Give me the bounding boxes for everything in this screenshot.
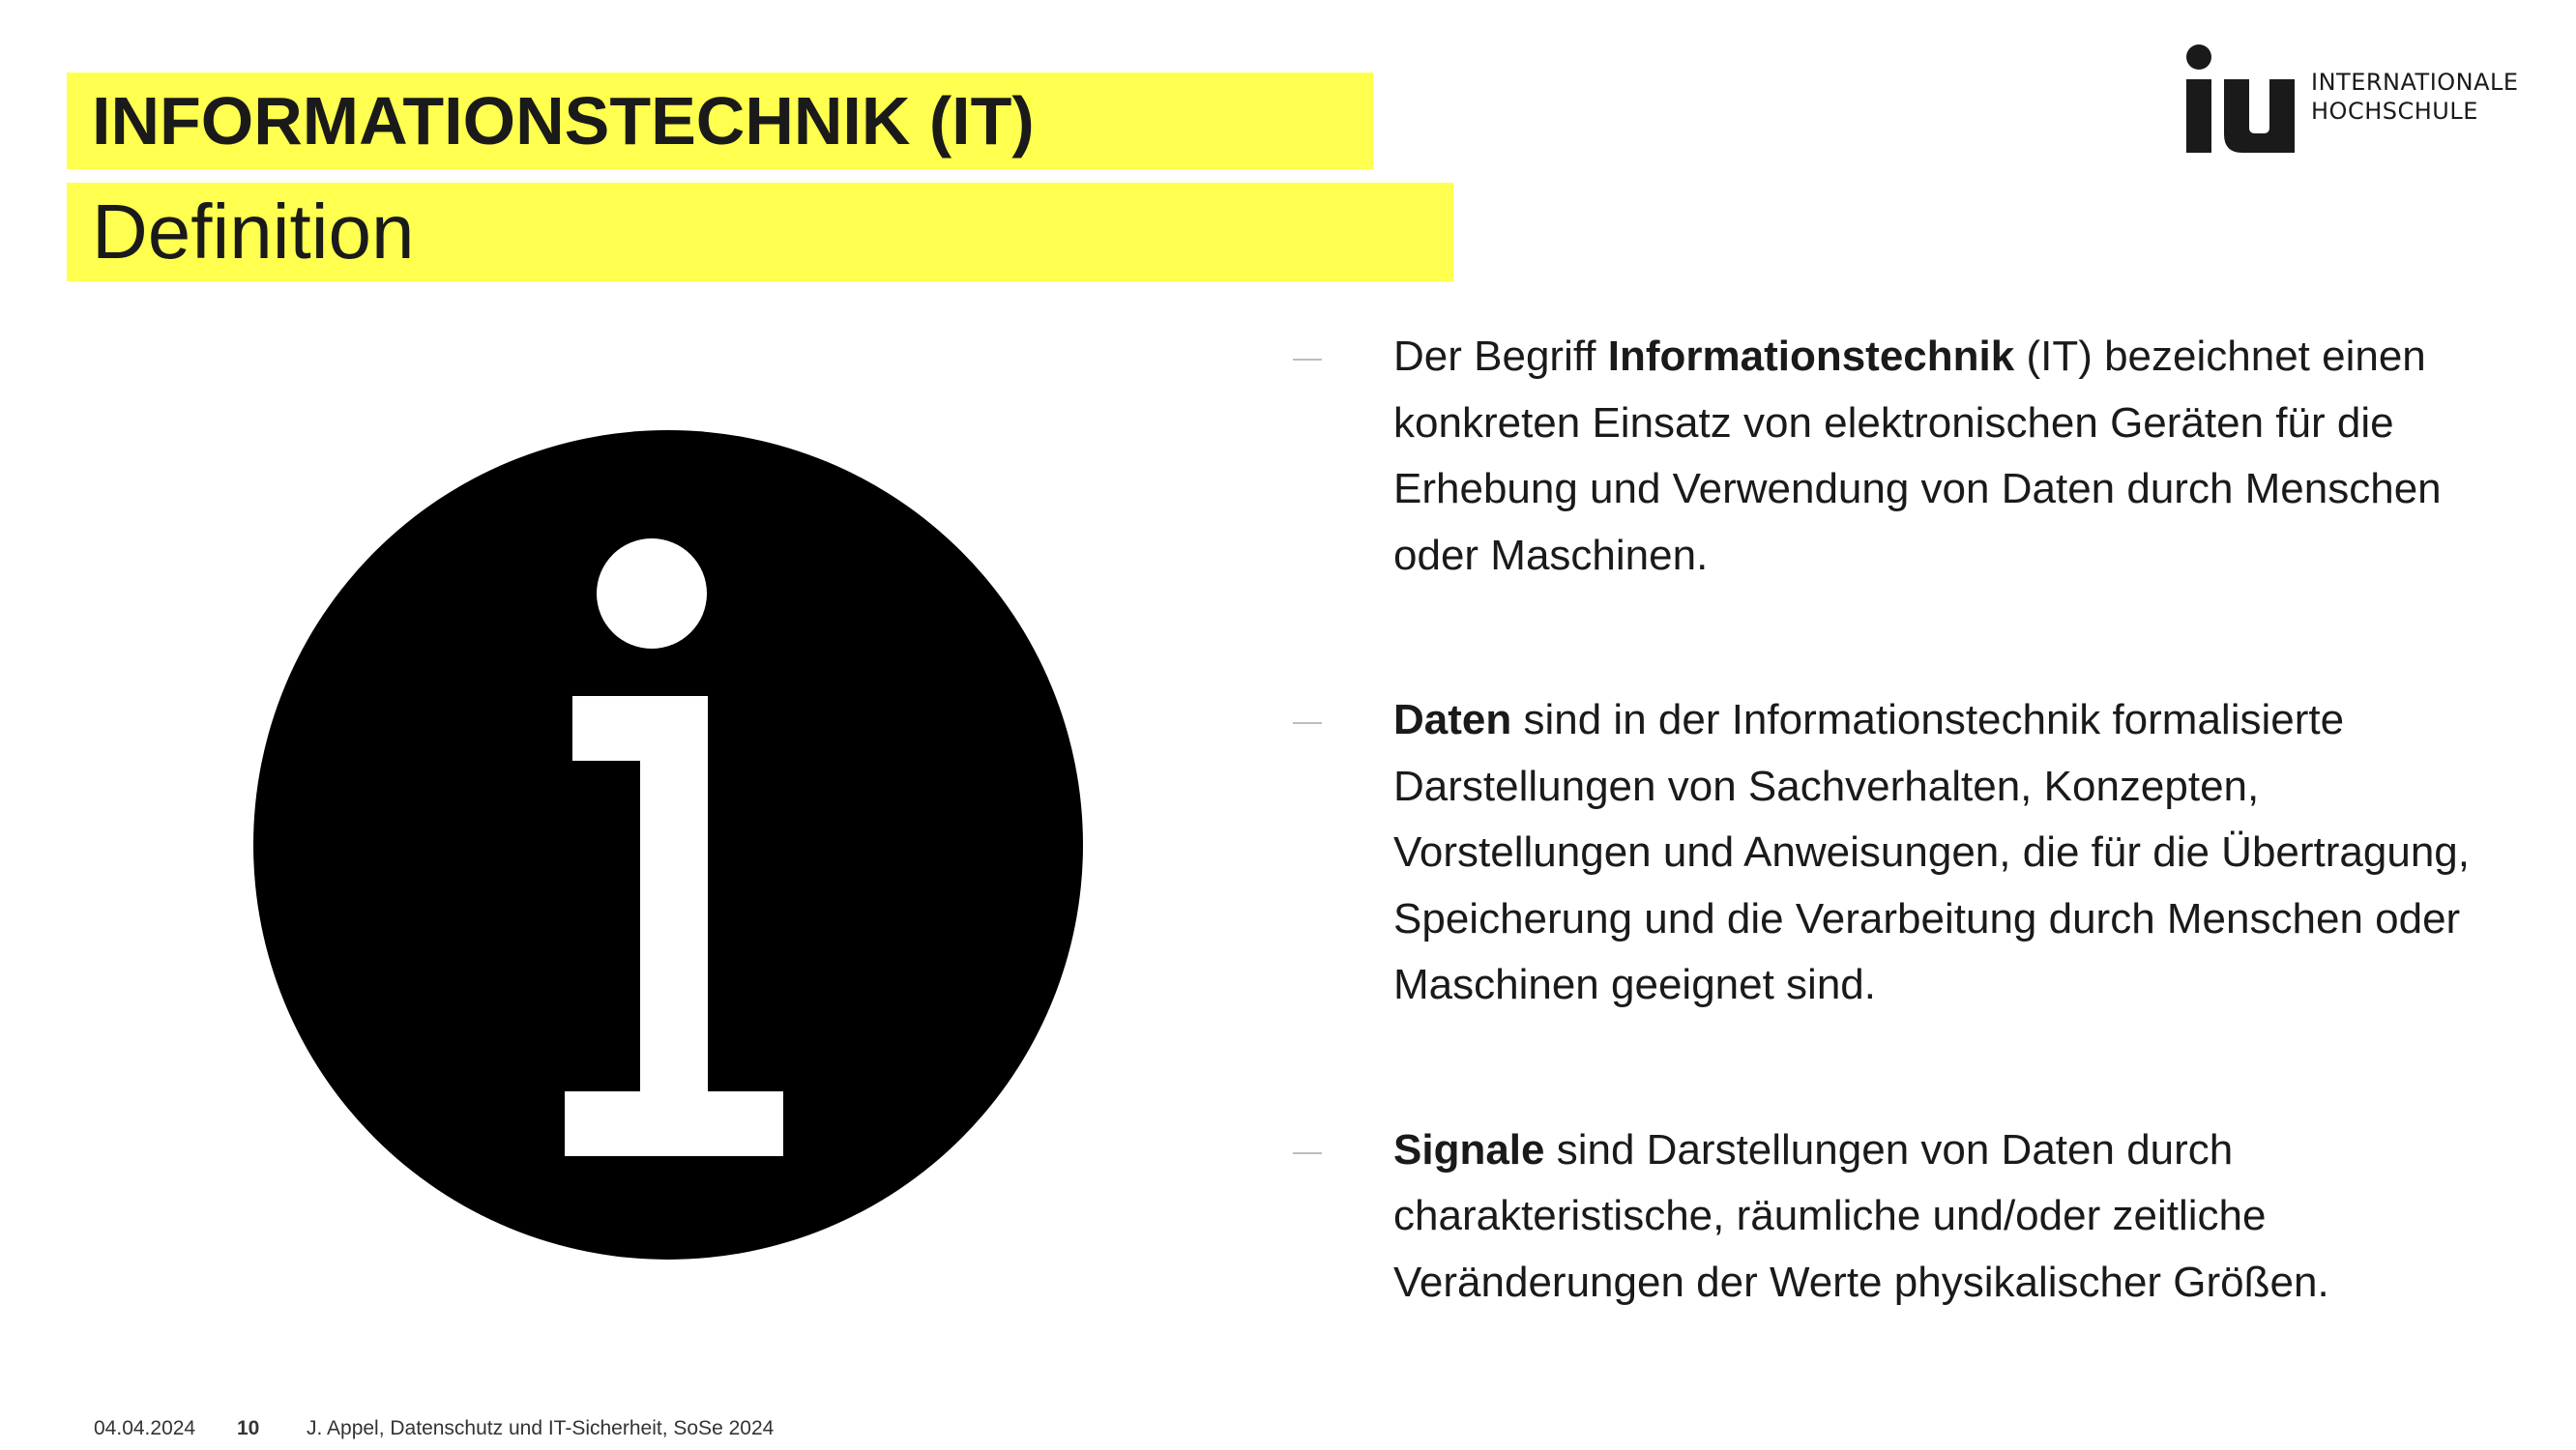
slide-subtitle: Definition (92, 188, 415, 275)
term-daten: Daten (1393, 696, 1512, 743)
footer-text: J. Appel, Datenschutz und IT-Sicherheit,… (307, 1417, 775, 1439)
bullet-text: Signale sind Darstellungen von Daten dur… (1393, 1125, 2329, 1306)
list-item: Signale sind Darstellungen von Daten dur… (1291, 1117, 2490, 1317)
footer-date: 04.04.2024 (94, 1417, 196, 1439)
logo-text-line2: HOCHSCHULE (2311, 98, 2478, 125)
title-banner: INFORMATIONSTECHNIK (IT) (67, 72, 1373, 169)
page-number: 10 (237, 1417, 260, 1439)
footer: 04.04.2024 10 J. Appel, Datenschutz und … (94, 1417, 774, 1440)
logo-text-line1: INTERNATIONALE (2311, 69, 2519, 96)
slide-title: INFORMATIONSTECHNIK (IT) (92, 83, 1035, 159)
list-item: Der Begriff Informationstechnik (IT) bez… (1291, 324, 2490, 589)
subtitle-banner: Definition (67, 183, 1453, 281)
iu-logo-mark (2186, 44, 2295, 153)
iu-logo: INTERNATIONALE HOCHSCHULE (2181, 39, 2529, 164)
definition-list: Der Begriff Informationstechnik (IT) bez… (1291, 324, 2490, 1414)
bullet-dash (1293, 1151, 1322, 1154)
bullet-text: Der Begriff Informationstechnik (IT) bez… (1393, 333, 2442, 579)
bullet-dash (1293, 359, 1322, 361)
bullet-dash (1293, 722, 1322, 724)
bullet-text: Daten sind in der Informationstechnik fo… (1393, 696, 2470, 1008)
term-informationstechnik: Informationstechnik (1607, 333, 2015, 380)
term-signale: Signale (1393, 1125, 1545, 1174)
info-icon (253, 430, 1083, 1260)
list-item: Daten sind in der Informationstechnik fo… (1291, 687, 2490, 1019)
